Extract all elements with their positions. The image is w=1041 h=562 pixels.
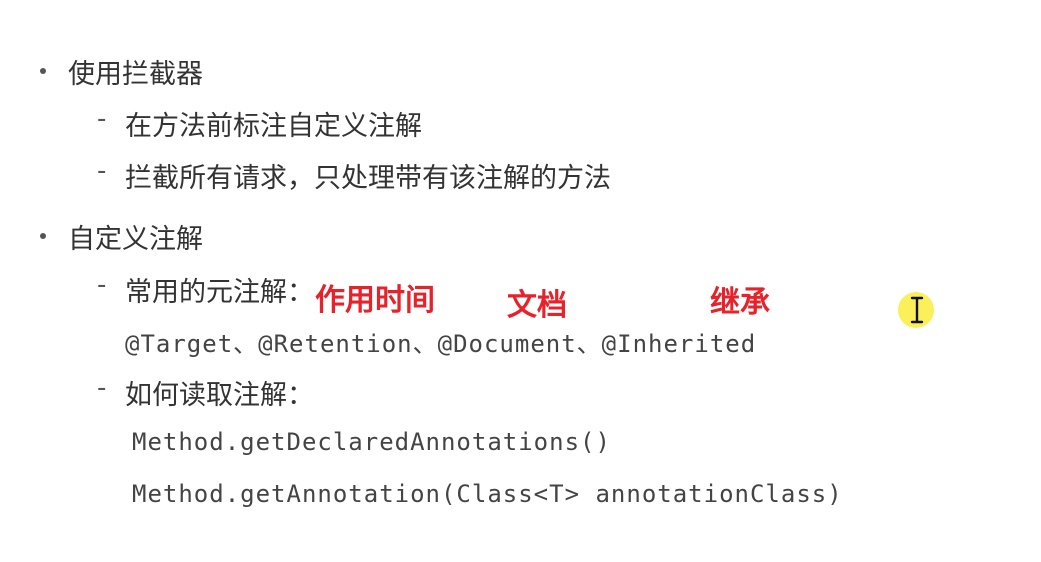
code-get-annotation: Method.getAnnotation(Class<T> annotation… xyxy=(132,480,843,508)
dash-marker: - xyxy=(97,104,107,134)
text-cursor-icon xyxy=(910,296,924,324)
bullet-dot xyxy=(40,68,46,74)
item-read-annotations: 如何读取注解： xyxy=(125,380,314,411)
dash-marker: - xyxy=(97,270,107,300)
annotation-document-note: 文档 xyxy=(507,288,567,323)
item-annotate-method: 在方法前标注自定义注解 xyxy=(125,111,422,142)
slide: 使用拦截器 - 在方法前标注自定义注解 - 拦截所有请求，只处理带有该注解的方法… xyxy=(0,0,1041,562)
section-title-custom-annotation: 自定义注解 xyxy=(68,224,203,255)
annotation-target-note: 作用时间 xyxy=(315,283,435,318)
section-title-interceptor: 使用拦截器 xyxy=(68,59,203,90)
dash-marker: - xyxy=(97,156,107,186)
code-meta-annotations: @Target、@Retention、@Document、@Inherited xyxy=(125,330,757,358)
bullet-dot xyxy=(40,233,46,239)
item-meta-annotations: 常用的元注解： xyxy=(125,277,314,308)
item-intercept-requests: 拦截所有请求，只处理带有该注解的方法 xyxy=(125,163,611,194)
dash-marker: - xyxy=(97,373,107,403)
code-get-declared-annotations: Method.getDeclaredAnnotations() xyxy=(132,428,611,456)
annotation-inherited-note: 继承 xyxy=(710,285,770,320)
